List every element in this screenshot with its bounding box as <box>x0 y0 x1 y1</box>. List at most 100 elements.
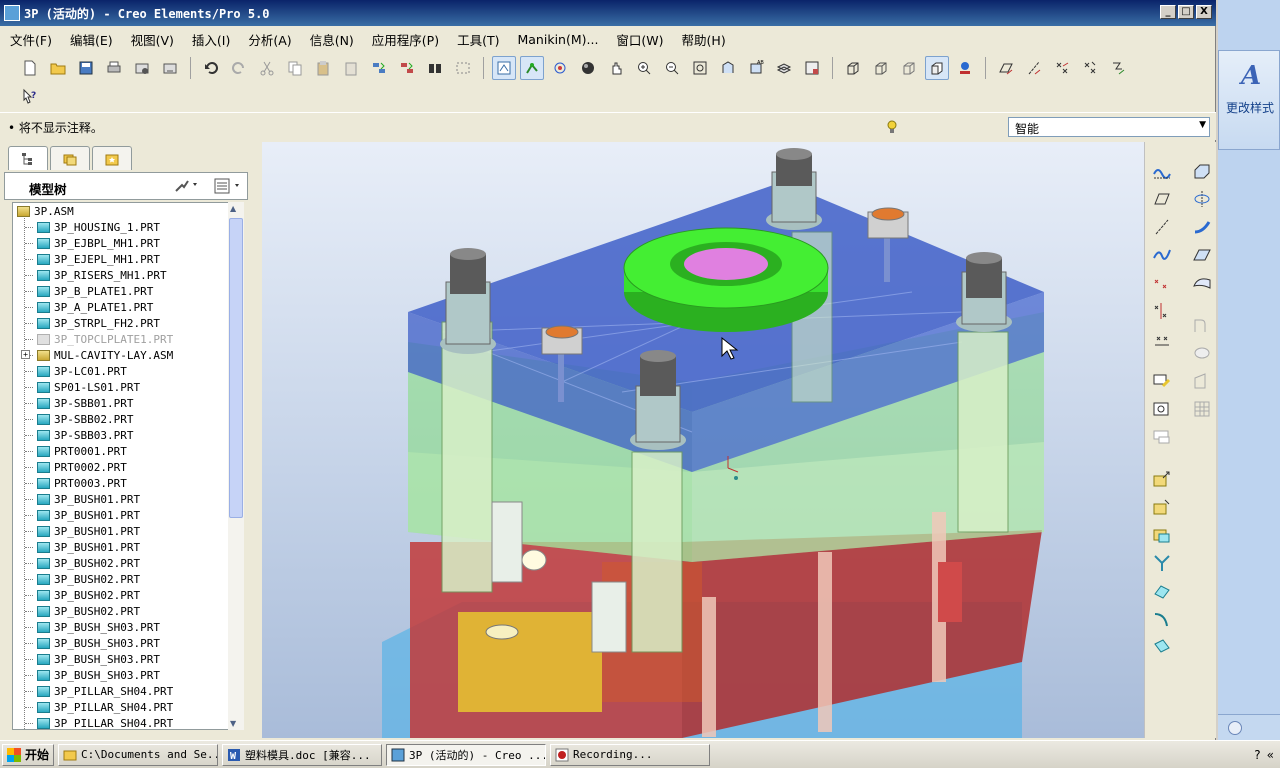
task-creo[interactable]: 3P (活动的) - Creo ... <box>386 743 546 766</box>
menu-view[interactable]: 视图(V) <box>131 30 174 49</box>
merge-icon[interactable] <box>1151 552 1173 574</box>
tree-item[interactable]: 3P_BUSH_SH03.PRT <box>13 651 243 667</box>
regen-manager-icon[interactable] <box>395 56 419 80</box>
change-styles-panel[interactable]: A 更改样式 <box>1218 50 1280 150</box>
point-display-icon[interactable] <box>1050 56 1074 80</box>
tree-item[interactable]: PRT0003.PRT <box>13 475 243 491</box>
find-binoculars-icon[interactable] <box>423 56 447 80</box>
tree-item[interactable]: 3P-LC01.PRT <box>13 363 243 379</box>
help-tray-icon[interactable]: ? <box>1254 748 1260 762</box>
shell-icon[interactable] <box>1191 342 1213 364</box>
undo-icon[interactable] <box>199 56 223 80</box>
datum-plane-sketch-icon[interactable] <box>1151 160 1173 182</box>
tree-item[interactable]: 3P_BUSH_SH03.PRT <box>13 635 243 651</box>
context-help-icon[interactable]: ? <box>18 84 42 108</box>
tree-item[interactable]: 3P_PILLAR_SH04.PRT <box>13 715 243 729</box>
datum-point-icon[interactable] <box>1151 272 1173 294</box>
tree-item[interactable]: 3P_PILLAR_SH04.PRT <box>13 683 243 699</box>
tree-item[interactable]: 3P_BUSH02.PRT <box>13 555 243 571</box>
scroll-thumb[interactable] <box>229 218 243 518</box>
task-recording[interactable]: Recording... <box>550 743 710 766</box>
tree-item[interactable]: 3P_EJBPL_MH1.PRT <box>13 235 243 251</box>
boundary-blend-icon[interactable] <box>1191 272 1213 294</box>
maximize-button[interactable]: □ <box>1178 5 1194 19</box>
tab-model-tree[interactable] <box>8 146 48 170</box>
scroll-down-icon[interactable]: ▼ <box>230 719 236 728</box>
task-explorer[interactable]: C:\Documents and Se... <box>58 743 218 766</box>
tree-item[interactable]: 3P_BUSH01.PRT <box>13 523 243 539</box>
menu-edit[interactable]: 编辑(E) <box>70 30 113 49</box>
refit-icon[interactable] <box>688 56 712 80</box>
menu-applications[interactable]: 应用程序(P) <box>372 30 439 49</box>
tab-favorites[interactable] <box>92 146 132 170</box>
tree-item[interactable]: 3P_BUSH02.PRT <box>13 571 243 587</box>
sketch-tool-icon[interactable] <box>1151 370 1173 392</box>
tree-item[interactable]: 3P_BUSH02.PRT <box>13 603 243 619</box>
scroll-up-icon[interactable]: ▲ <box>230 204 236 213</box>
wireframe-icon[interactable] <box>841 56 865 80</box>
pan-hand-icon[interactable] <box>604 56 628 80</box>
datum-curve-icon[interactable] <box>1151 244 1173 266</box>
trim-icon[interactable] <box>1151 580 1173 602</box>
print-icon[interactable] <box>102 56 126 80</box>
graphics-window[interactable] <box>262 142 1144 738</box>
round-icon[interactable] <box>1191 314 1213 336</box>
package-component-icon[interactable] <box>1151 524 1173 546</box>
paste-icon[interactable] <box>311 56 335 80</box>
datum-axis-icon[interactable] <box>1151 216 1173 238</box>
tree-item[interactable]: PRT0001.PRT <box>13 443 243 459</box>
tree-item[interactable]: 3P_BUSH01.PRT <box>13 491 243 507</box>
no-hidden-icon[interactable] <box>897 56 921 80</box>
expand-tray-icon[interactable]: « <box>1267 748 1274 762</box>
zoom-in-icon[interactable] <box>632 56 656 80</box>
tree-item[interactable]: 3P_B_PLATE1.PRT <box>13 283 243 299</box>
tree-item[interactable]: 3P-SBB01.PRT <box>13 395 243 411</box>
datum-plane-icon[interactable] <box>1151 188 1173 210</box>
spin-center-icon[interactable] <box>548 56 572 80</box>
assemble-component-icon[interactable] <box>1151 468 1173 490</box>
repaint-icon[interactable] <box>492 56 516 80</box>
axis-display-icon[interactable] <box>1022 56 1046 80</box>
hidden-line-icon[interactable] <box>869 56 893 80</box>
tree-item[interactable]: 3P_HOUSING_1.PRT <box>13 219 243 235</box>
expand-node-icon[interactable]: + <box>21 350 30 359</box>
offset-icon[interactable] <box>1151 608 1173 630</box>
create-component-icon[interactable] <box>1151 496 1173 518</box>
send-link-icon[interactable] <box>158 56 182 80</box>
extrude-icon[interactable] <box>1191 160 1213 182</box>
tree-columns-icon[interactable] <box>213 177 243 195</box>
sweep-icon[interactable] <box>1191 216 1213 238</box>
tree-item[interactable]: 3P_EJEPL_MH1.PRT <box>13 251 243 267</box>
saved-views-icon[interactable]: AB <box>744 56 768 80</box>
tab-folder-browser[interactable] <box>50 146 90 170</box>
tree-item[interactable]: 3P-SBB02.PRT <box>13 411 243 427</box>
tree-settings-icon[interactable] <box>173 177 201 195</box>
tree-item[interactable]: 3P_RISERS_MH1.PRT <box>13 267 243 283</box>
orient-mode-icon[interactable] <box>520 56 544 80</box>
pattern-icon[interactable] <box>1191 398 1213 420</box>
blend-icon[interactable] <box>1191 244 1213 266</box>
panel-splitter[interactable] <box>252 142 262 738</box>
annotation-display-icon[interactable] <box>1106 56 1130 80</box>
zoom-out-icon[interactable] <box>660 56 684 80</box>
draft-icon[interactable] <box>1191 370 1213 392</box>
tree-item[interactable]: 3P_STRPL_FH2.PRT <box>13 315 243 331</box>
csys-display-icon[interactable] <box>1078 56 1102 80</box>
tree-item[interactable]: 3P_PILLAR_SH04.PRT <box>13 699 243 715</box>
datum-csys-icon[interactable] <box>1151 300 1173 322</box>
menu-tools[interactable]: 工具(T) <box>457 30 499 49</box>
paste-special-icon[interactable] <box>339 56 363 80</box>
tree-item[interactable]: 3P_BUSH02.PRT <box>13 587 243 603</box>
close-button[interactable]: X <box>1196 5 1212 19</box>
thicken-icon[interactable] <box>1151 636 1173 658</box>
menu-manikin[interactable]: Manikin(M)... <box>517 32 598 47</box>
open-folder-icon[interactable] <box>46 56 70 80</box>
hole-icon[interactable] <box>1151 398 1173 420</box>
title-bar[interactable]: 3P (活动的) - Creo Elements/Pro 5.0 _ □ X <box>0 0 1216 26</box>
tree-item[interactable]: PRT0002.PRT <box>13 459 243 475</box>
tree-root-item[interactable]: 3P.ASM <box>13 203 243 219</box>
menu-window[interactable]: 窗口(W) <box>616 30 663 49</box>
tree-item[interactable]: 3P_BUSH01.PRT <box>13 507 243 523</box>
selection-box-icon[interactable] <box>451 56 475 80</box>
redo-icon[interactable] <box>227 56 251 80</box>
